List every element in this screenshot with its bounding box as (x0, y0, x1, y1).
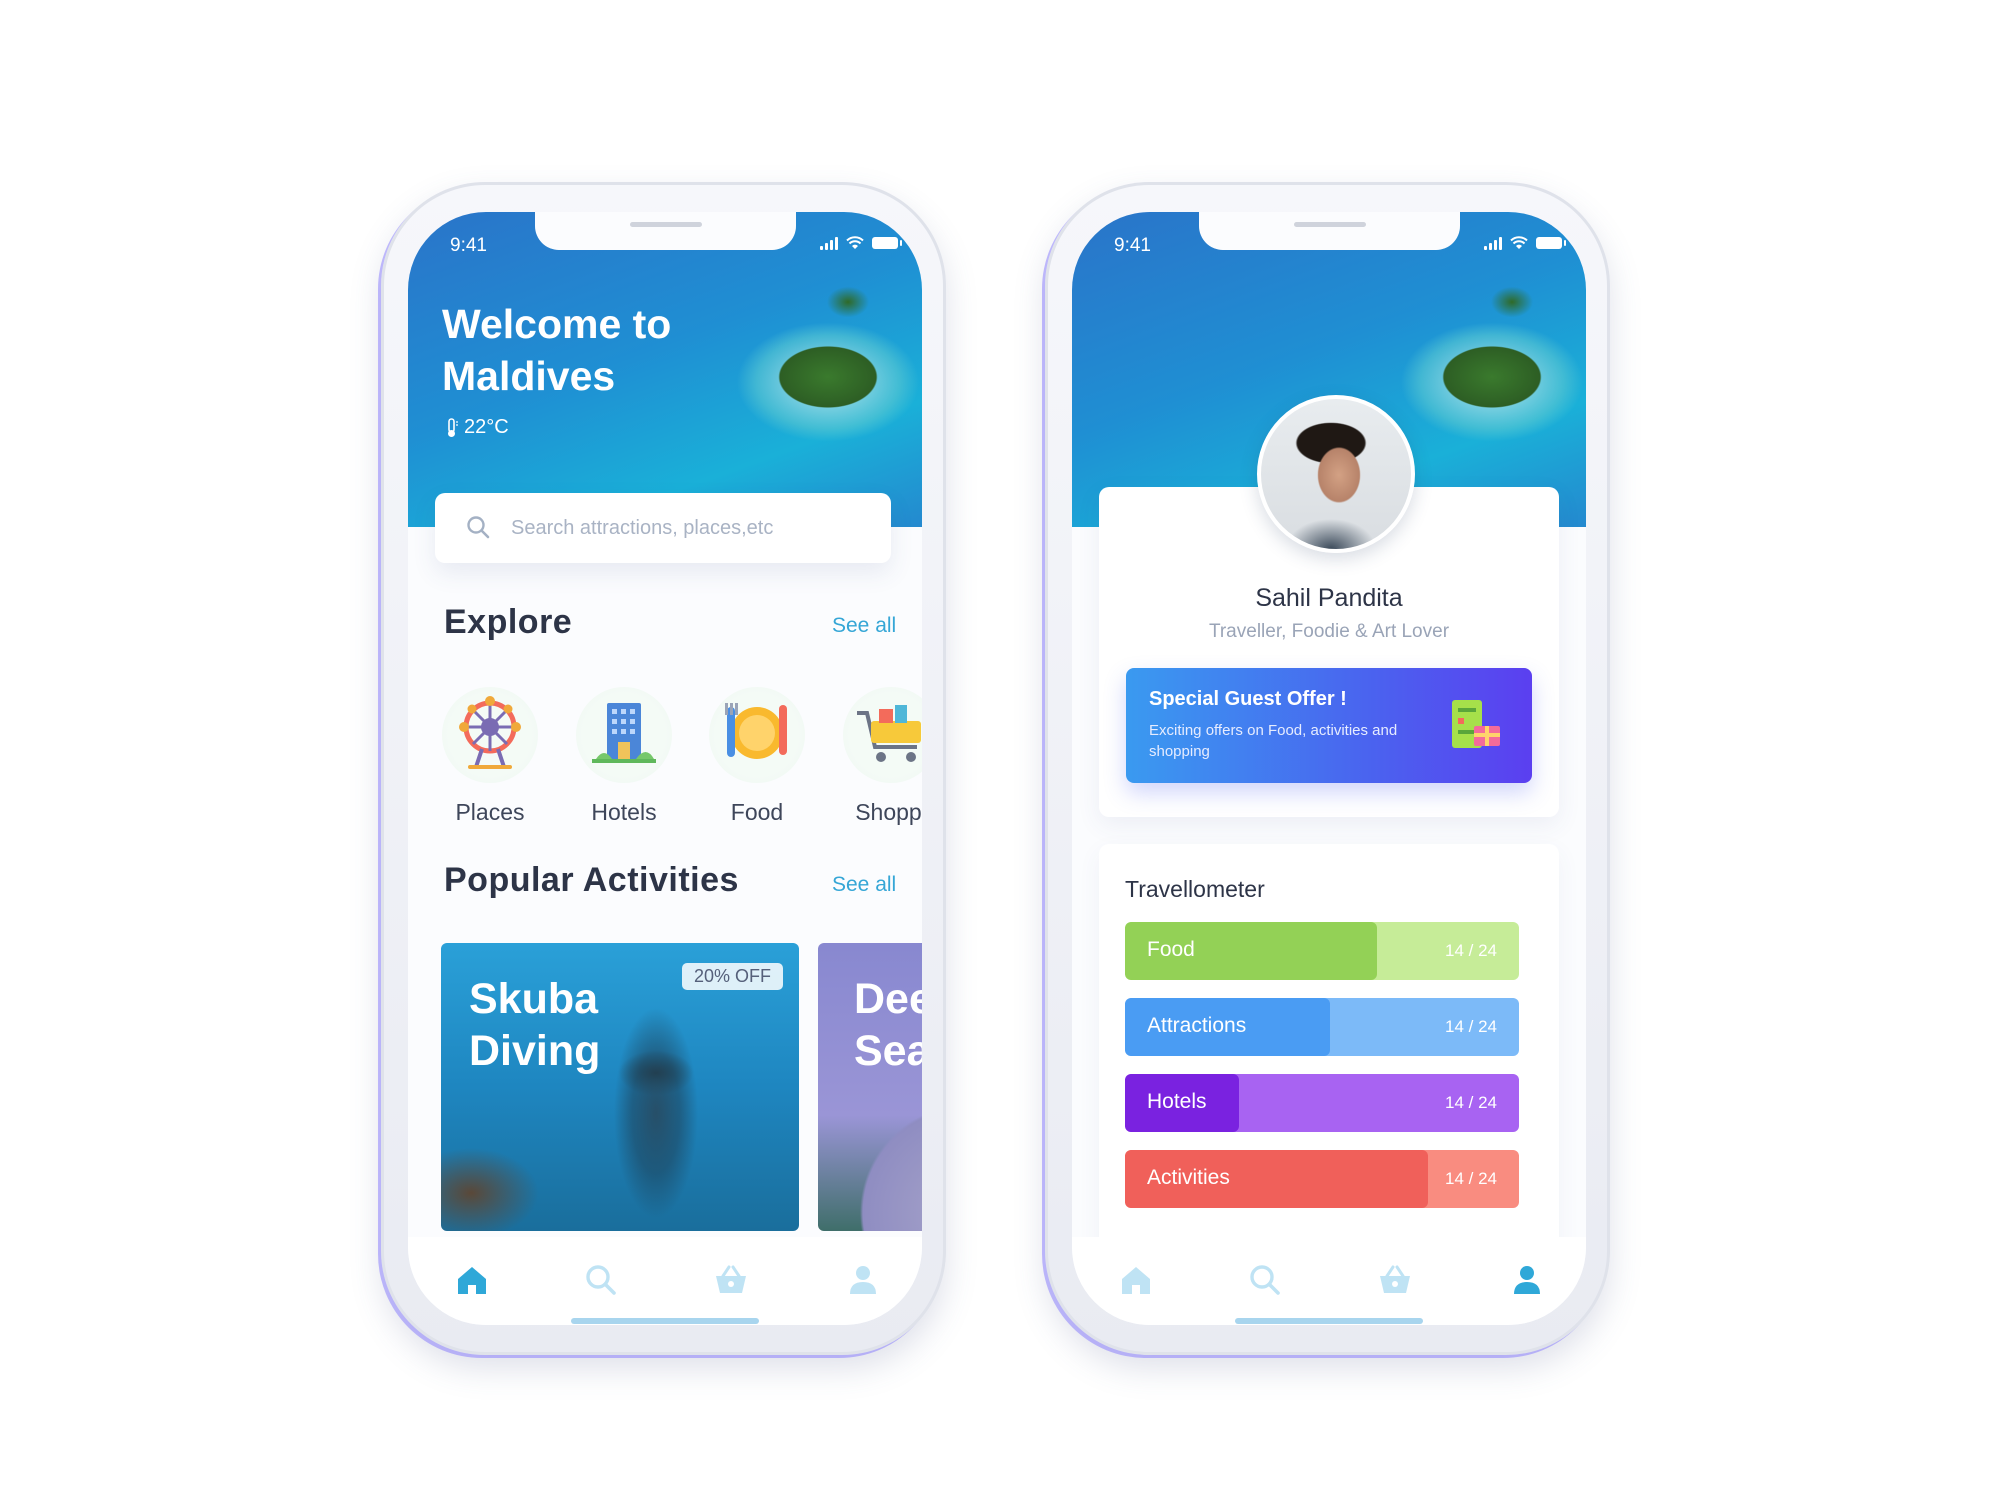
activity-card-title: Dee Sea (854, 975, 922, 1075)
category-label: Hotels (591, 799, 657, 825)
activity-card-title: Skuba Diving (469, 975, 601, 1075)
tab-bar (1072, 1237, 1586, 1325)
meter-label: Hotels (1147, 1090, 1207, 1113)
home-indicator (1235, 1318, 1423, 1324)
status-time: 9:41 (450, 235, 487, 256)
ferris-wheel-icon (442, 687, 538, 783)
temperature: 22°C (446, 416, 509, 439)
explore-see-all-link[interactable]: See all (832, 614, 896, 638)
notch (1199, 212, 1460, 250)
activity-card-skuba-diving[interactable]: Skuba Diving 20% OFF (441, 943, 799, 1231)
search-icon[interactable] (1246, 1261, 1284, 1299)
home-indicator (571, 1318, 759, 1324)
thermometer-icon (448, 417, 458, 437)
meter-food[interactable]: Food 14 / 24 (1125, 922, 1519, 980)
special-offer-banner[interactable]: Special Guest Offer ! Exciting offers on… (1126, 668, 1532, 783)
profile-icon[interactable] (844, 1261, 882, 1299)
home-icon[interactable] (1117, 1261, 1155, 1299)
meter-attractions[interactable]: Attractions 14 / 24 (1125, 998, 1519, 1056)
shopping-cart-icon (843, 687, 922, 783)
profile-bio: Traveller, Foodie & Art Lover (1208, 621, 1450, 642)
signal-icon (820, 236, 838, 250)
wifi-icon (1510, 236, 1528, 249)
category-places[interactable]: Places (435, 687, 545, 826)
profile-name: Sahil Pandita (1255, 584, 1403, 612)
food-plate-icon (709, 687, 805, 783)
category-shopping[interactable]: Shoppi (836, 687, 922, 826)
meter-count: 14 / 24 (1445, 1017, 1497, 1036)
travellometer-card: Travellometer Food 14 / 24 Attractions 1… (1099, 844, 1559, 1264)
popular-activities-title: Popular Activities (444, 861, 739, 899)
category-label: Food (730, 799, 784, 825)
offer-description: Exciting offers on Food, activities and … (1149, 722, 1398, 760)
offer-title: Special Guest Offer ! (1149, 688, 1347, 710)
home-screen: 9:41 Welcome to Maldives 22°C Search att… (408, 212, 922, 1325)
status-icons (820, 236, 902, 250)
avatar[interactable] (1257, 395, 1415, 553)
status-icons (1484, 236, 1566, 250)
profile-screen: 9:41 Sahil Pandita Traveller, Foodie & A… (1072, 212, 1586, 1325)
travellometer-title: Travellometer (1125, 876, 1265, 902)
welcome-title: Welcome to Maldives (442, 301, 672, 399)
search-icon (467, 516, 490, 539)
meter-count: 14 / 24 (1445, 941, 1497, 960)
battery-icon (872, 237, 902, 249)
activity-card-deep-sea[interactable]: Dee Sea (818, 943, 922, 1231)
notch (535, 212, 796, 250)
meter-activities[interactable]: Activities 14 / 24 (1125, 1150, 1519, 1208)
basket-icon[interactable] (712, 1261, 750, 1299)
meter-count: 14 / 24 (1445, 1093, 1497, 1112)
meter-label: Attractions (1147, 1014, 1247, 1037)
temperature-value: 22°C (464, 416, 509, 438)
phone-profile: 9:41 Sahil Pandita Traveller, Foodie & A… (1045, 182, 1610, 1355)
popular-see-all-link[interactable]: See all (832, 873, 896, 897)
category-food[interactable]: Food (702, 687, 812, 826)
status-time: 9:41 (1114, 235, 1151, 256)
meter-hotels[interactable]: Hotels 14 / 24 (1125, 1074, 1519, 1132)
gift-voucher-icon (1452, 700, 1500, 748)
battery-icon (1536, 237, 1566, 249)
tab-bar (408, 1237, 922, 1325)
wifi-icon (846, 236, 864, 249)
phone-home: 9:41 Welcome to Maldives 22°C Search att… (381, 182, 946, 1355)
search-input[interactable]: Search attractions, places,etc (511, 517, 773, 540)
search-bar[interactable]: Search attractions, places,etc (435, 493, 891, 563)
home-icon[interactable] (453, 1261, 491, 1299)
meter-label: Food (1147, 938, 1195, 961)
meter-label: Activities (1147, 1166, 1230, 1189)
discount-badge: 20% OFF (681, 963, 783, 990)
explore-title: Explore (444, 603, 573, 641)
category-label: Shoppi (855, 799, 922, 825)
category-label: Places (455, 799, 525, 825)
profile-icon[interactable] (1508, 1261, 1546, 1299)
hotel-building-icon (576, 687, 672, 783)
signal-icon (1484, 236, 1502, 250)
basket-icon[interactable] (1376, 1261, 1414, 1299)
category-hotels[interactable]: Hotels (569, 687, 679, 826)
search-icon[interactable] (582, 1261, 620, 1299)
meter-count: 14 / 24 (1445, 1169, 1497, 1188)
